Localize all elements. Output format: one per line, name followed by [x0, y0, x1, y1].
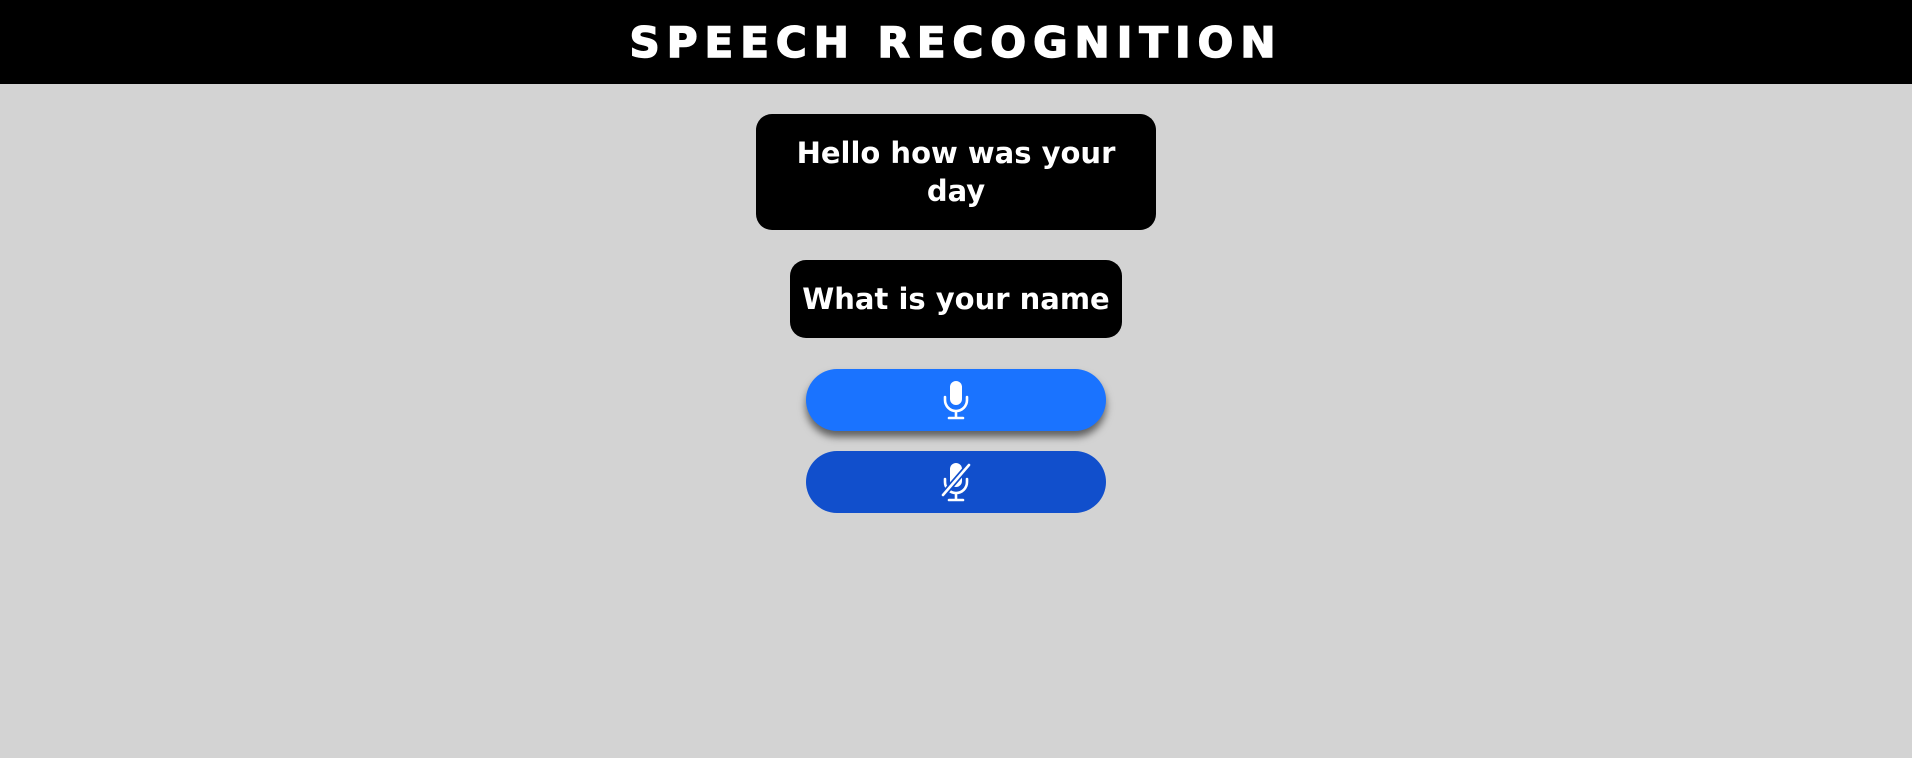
- page-title: Speech Recognition: [629, 17, 1283, 68]
- transcript-text: What is your name: [802, 282, 1110, 316]
- transcript-bubble: What is your name: [790, 260, 1122, 338]
- transcript-bubble: Hello how was your day: [756, 114, 1156, 230]
- start-listening-button[interactable]: [806, 369, 1106, 431]
- microphone-icon: [943, 381, 969, 420]
- transcript-text: Hello how was your day: [796, 136, 1116, 208]
- main-content: Hello how was your day What is your name: [0, 84, 1912, 513]
- app-header: Speech Recognition: [0, 0, 1912, 84]
- stop-listening-button[interactable]: [806, 451, 1106, 513]
- microphone-slash-icon: [940, 462, 972, 502]
